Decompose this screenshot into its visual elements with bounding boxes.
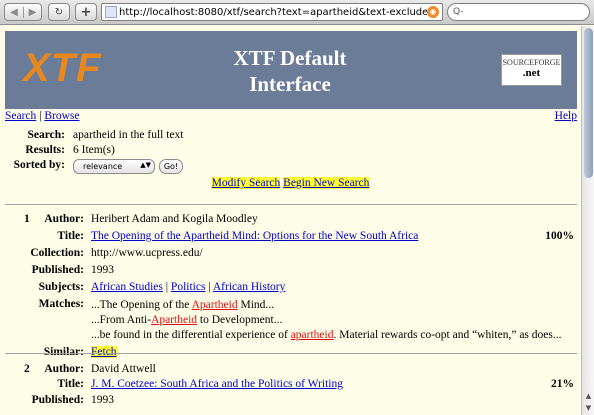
match-snippet: ...be found in the differential experien…	[91, 328, 562, 343]
add-bookmark-button[interactable]: +	[75, 3, 97, 21]
page-title: XTF Default Interface	[180, 45, 400, 97]
browser-search-field[interactable]: Q-	[447, 3, 590, 21]
browser-toolbar: ◀ ▶ ↻ + http://localhost:8080/xtf/search?…	[0, 0, 594, 25]
snippet-text: Mind...	[237, 299, 275, 311]
nav-search-link[interactable]: Search	[5, 110, 36, 122]
rss-feed-icon[interactable]: ◉	[427, 6, 439, 18]
sourceforge-net-text: .net	[522, 67, 541, 79]
scrollbar-thumb[interactable]	[584, 28, 593, 178]
select-arrows-icon: ▲▼	[140, 161, 151, 169]
xtf-logo[interactable]: XTF	[23, 46, 102, 91]
keyword-hit-link[interactable]: Apartheid	[192, 299, 238, 311]
divider	[5, 204, 577, 205]
plus-icon: +	[80, 4, 92, 20]
sort-selected-value: relevance	[83, 162, 123, 171]
author-label: Author:	[44, 213, 84, 225]
subjects-label: Subjects:	[38, 281, 84, 293]
snippet-text: to Development...	[197, 314, 283, 326]
title-label: Title:	[57, 230, 84, 242]
fetch-similar-link[interactable]: Fetch	[91, 346, 117, 358]
scroll-down-icon[interactable]: ▼	[582, 402, 594, 414]
scroll-up-icon[interactable]: ▲	[582, 390, 594, 402]
collection-label: Collection:	[30, 247, 84, 259]
result-published: 1993	[91, 394, 114, 406]
url-text[interactable]: http://localhost:8080/xtf/search?text=ap…	[119, 7, 427, 18]
subject-separator: |	[205, 281, 213, 293]
site-favicon-icon	[105, 6, 117, 18]
page-viewport: XTF XTF Default Interface SOURCEFORGE .n…	[0, 26, 581, 415]
top-nav: Search | Browse Help	[5, 110, 577, 124]
nav-separator: |	[39, 110, 42, 122]
forward-arrow-icon[interactable]: ▶	[23, 6, 41, 18]
sourceforge-badge[interactable]: SOURCEFORGE .net	[501, 54, 562, 86]
keyword-hit-link[interactable]: apartheid	[291, 329, 334, 341]
search-icon: Q-	[453, 7, 464, 17]
reload-button[interactable]: ↻	[48, 3, 70, 21]
back-forward-buttons[interactable]: ◀ ▶	[4, 3, 42, 21]
result-subjects: African Studies | Politics | African His…	[91, 281, 285, 293]
match-snippet: ...From Anti-Apartheid to Development...	[91, 313, 562, 328]
result-score: 21%	[551, 378, 574, 390]
snippet-text: ...From Anti-	[91, 314, 152, 326]
subject-link[interactable]: Politics	[171, 281, 206, 293]
similar-label: Similar:	[43, 346, 84, 358]
nav-help-link[interactable]: Help	[555, 110, 577, 122]
snippet-text: ...The Opening of the	[91, 299, 192, 311]
keyword-hit-link[interactable]: Apartheid	[151, 314, 197, 326]
subject-link[interactable]: African Studies	[91, 281, 163, 293]
published-label: Published:	[31, 264, 84, 276]
results-value: 6 Item(s)	[73, 144, 115, 156]
search-label: Search:	[27, 129, 65, 141]
result-collection: http://www.ucpress.edu/	[91, 247, 203, 259]
result-author: Heribert Adam and Kogila Moodley	[91, 213, 258, 225]
subject-separator: |	[162, 281, 171, 293]
search-value: apartheid in the full text	[73, 129, 184, 141]
match-snippets: ...The Opening of the Apartheid Mind... …	[91, 298, 562, 343]
author-label: Author:	[44, 363, 84, 375]
go-button[interactable]: Go!	[159, 159, 183, 174]
page-title-line2: Interface	[249, 72, 331, 96]
snippet-text: ...be found in the differential experien…	[91, 329, 291, 341]
published-label: Published:	[31, 394, 84, 406]
sort-select[interactable]: relevance ▲▼	[73, 159, 155, 174]
sort-label: Sorted by:	[13, 159, 65, 171]
address-bar[interactable]: http://localhost:8080/xtf/search?text=ap…	[101, 3, 443, 21]
result-score: 100%	[545, 230, 574, 242]
results-label: Results:	[25, 144, 65, 156]
result-title-link[interactable]: The Opening of the Apartheid Mind: Optio…	[91, 230, 418, 242]
subject-link[interactable]: African History	[213, 281, 286, 293]
match-snippet: ...The Opening of the Apartheid Mind...	[91, 298, 562, 313]
search-actions: Modify Search Begin New Search	[0, 177, 581, 189]
vertical-scrollbar[interactable]: ▲ ▼	[581, 26, 594, 415]
matches-label: Matches:	[38, 298, 84, 310]
page-title-line1: XTF Default	[233, 46, 347, 70]
new-search-link[interactable]: Begin New Search	[283, 177, 370, 189]
nav-browse-link[interactable]: Browse	[44, 110, 79, 122]
header-banner: XTF XTF Default Interface SOURCEFORGE .n…	[5, 31, 577, 109]
modify-search-link[interactable]: Modify Search	[211, 177, 281, 189]
back-arrow-icon[interactable]: ◀	[5, 7, 23, 18]
result-published: 1993	[91, 264, 114, 276]
result-title-link[interactable]: J. M. Coetzee: South Africa and the Poli…	[91, 378, 343, 390]
title-label: Title:	[57, 378, 84, 390]
reload-icon: ↻	[54, 6, 64, 18]
snippet-text: . Material rewards co-opt and “whiten,” …	[333, 329, 562, 341]
result-author: David Attwell	[91, 363, 156, 375]
divider	[5, 353, 577, 354]
